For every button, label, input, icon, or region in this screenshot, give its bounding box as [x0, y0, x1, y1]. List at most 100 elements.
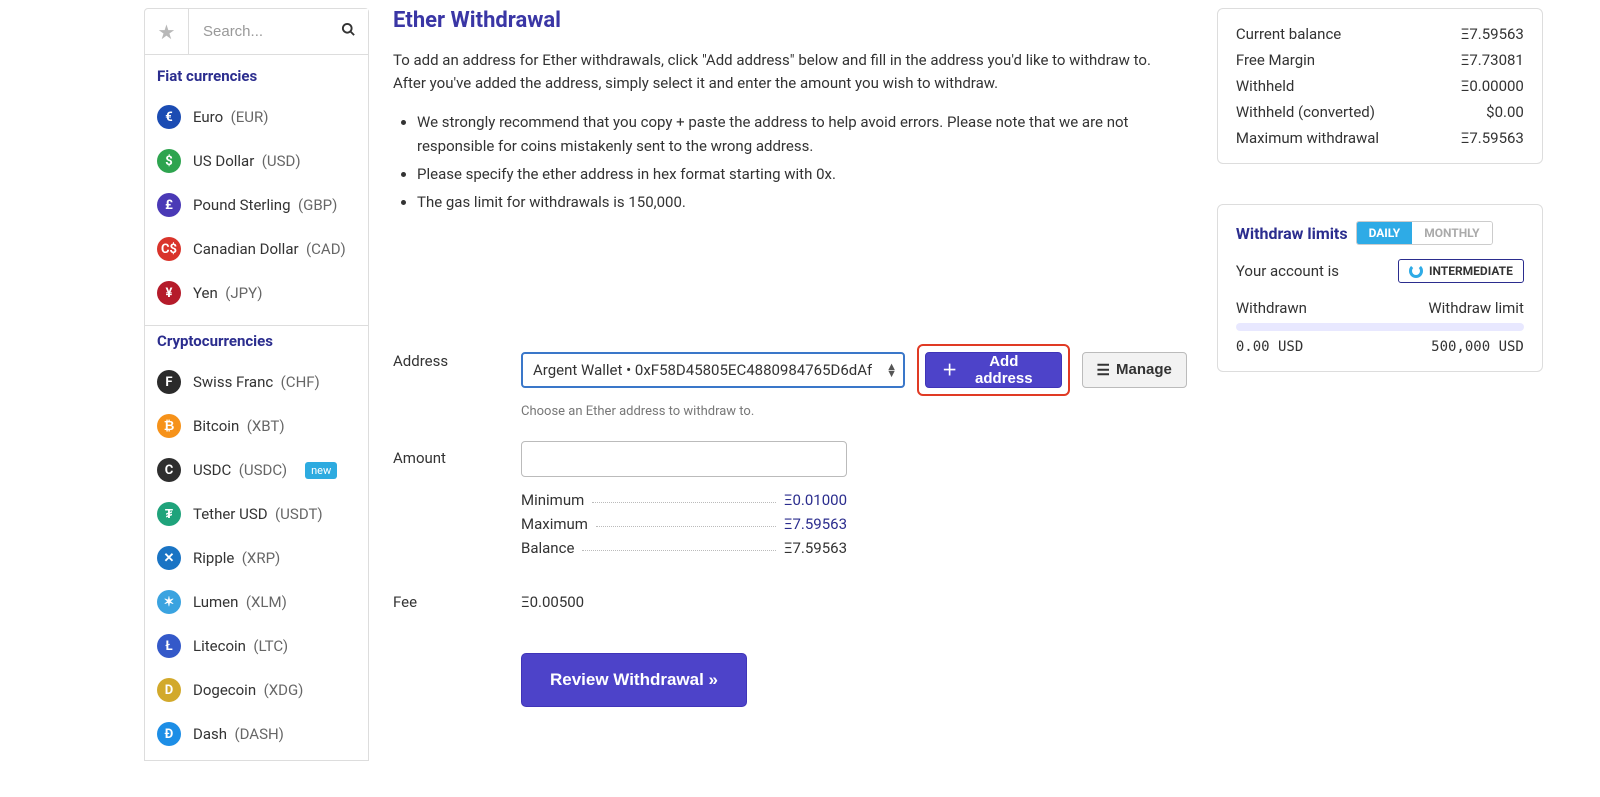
- coin-icon: $: [157, 149, 181, 173]
- sidebar-item-usdt[interactable]: ₮ Tether USD (USDT): [145, 492, 368, 536]
- balance-row: Withheld (converted)$0.00: [1236, 103, 1524, 121]
- bullet: The gas limit for withdrawals is 150,000…: [417, 190, 1187, 214]
- currency-name: US Dollar: [193, 152, 254, 170]
- sidebar-item-xbt[interactable]: ₿ Bitcoin (XBT): [145, 404, 368, 448]
- limit-label: Withdraw limit: [1428, 299, 1524, 317]
- currency-name: Dogecoin: [193, 681, 256, 699]
- crypto-title: Cryptocurrencies: [145, 325, 368, 356]
- sidebar-item-usd[interactable]: $ US Dollar (USD): [145, 139, 368, 183]
- currency-symbol: (XDG): [264, 681, 304, 699]
- sidebar-item-gbp[interactable]: £Pound Sterling (GBP): [145, 183, 368, 227]
- search-icon: [341, 22, 356, 41]
- coin-icon: ✕: [157, 546, 181, 570]
- review-withdrawal-button[interactable]: Review Withdrawal »: [521, 653, 747, 707]
- balance-value: Ξ0.00000: [1461, 77, 1524, 95]
- currency-name: Euro: [193, 108, 223, 126]
- coin-icon: ₿: [157, 414, 181, 438]
- withdrawn-label: Withdrawn: [1236, 299, 1307, 317]
- currency-name: Canadian Dollar: [193, 240, 299, 258]
- account-is-text: Your account is: [1236, 262, 1339, 280]
- address-label: Address: [393, 344, 521, 370]
- plus-icon: ＋: [942, 359, 957, 380]
- balance-value: Ξ7.59563: [1461, 25, 1524, 43]
- sidebar-item-ltc[interactable]: Ł Litecoin (LTC): [145, 624, 368, 668]
- currency-name: Ripple: [193, 549, 234, 567]
- manage-button[interactable]: ☰ Manage: [1082, 352, 1187, 388]
- balance-panel: Current balance Ξ7.59563 Free MarginΞ7.730…: [1217, 8, 1543, 164]
- max-value: Ξ7.59563: [784, 515, 847, 533]
- sidebar-item-eur[interactable]: €Euro (EUR): [145, 95, 368, 139]
- withdrawn-value: 0.00 USD: [1236, 339, 1303, 355]
- selected-address: Argent Wallet • 0xF58D45805EC4880984765D…: [533, 361, 872, 379]
- max-label: Maximum: [521, 515, 588, 533]
- monthly-tab[interactable]: MONTHLY: [1412, 222, 1491, 244]
- currency-symbol: (CAD): [306, 240, 346, 258]
- currency-symbol: (XBT): [247, 417, 285, 435]
- coin-icon: F: [157, 370, 181, 394]
- balance-label: Current balance: [1236, 25, 1341, 43]
- min-value: Ξ0.01000: [784, 491, 847, 509]
- currency-symbol: (LTC): [253, 637, 288, 655]
- add-address-button[interactable]: ＋ Add address: [925, 352, 1061, 388]
- amount-input[interactable]: [521, 441, 847, 477]
- balance-label: Free Margin: [1236, 51, 1315, 69]
- sidebar-item-usdc[interactable]: CUSDC (USDC)new: [145, 448, 368, 492]
- balance-row: Free MarginΞ7.73081: [1236, 51, 1524, 69]
- currency-symbol: (XRP): [242, 549, 280, 567]
- daily-tab[interactable]: DAILY: [1357, 222, 1413, 244]
- currency-name: Tether USD: [193, 505, 268, 523]
- currency-name: USDC: [193, 461, 231, 479]
- sidebar-item-cad[interactable]: C$ Canadian Dollar (CAD): [145, 227, 368, 271]
- balance-value: $0.00: [1486, 103, 1524, 121]
- balance-value: Ξ7.59563: [1461, 129, 1524, 147]
- sidebar-item-jpy[interactable]: ¥Yen (JPY): [145, 271, 368, 315]
- currency-symbol: (USDC): [239, 461, 287, 479]
- fiat-title: Fiat currencies: [145, 55, 368, 91]
- coin-icon: £: [157, 193, 181, 217]
- bullet: Please specify the ether address in hex …: [417, 162, 1187, 186]
- currency-symbol: (USDT): [275, 505, 323, 523]
- currency-name: Swiss Franc: [193, 373, 273, 391]
- limits-title: Withdraw limits: [1236, 224, 1348, 243]
- sidebar-item-xrp[interactable]: ✕ Ripple (XRP): [145, 536, 368, 580]
- currency-symbol: (JPY): [225, 284, 262, 302]
- address-hint: Choose an Ether address to withdraw to.: [521, 404, 1187, 419]
- coin-icon: ₮: [157, 502, 181, 526]
- sidebar-item-chf[interactable]: F Swiss Franc (CHF): [145, 360, 368, 404]
- account-tier[interactable]: INTERMEDIATE: [1398, 259, 1524, 283]
- limit-progress: [1236, 323, 1524, 331]
- spinner-icon: [1409, 264, 1423, 278]
- sidebar-item-dash[interactable]: ĐDash (DASH): [145, 712, 368, 756]
- coin-icon: C$: [157, 237, 181, 261]
- balance-row: WithheldΞ0.00000: [1236, 77, 1524, 95]
- address-select[interactable]: Argent Wallet • 0xF58D45805EC4880984765D…: [521, 352, 905, 388]
- balance-label: Maximum withdrawal: [1236, 129, 1379, 147]
- bal-value: Ξ7.59563: [784, 539, 847, 557]
- bullet: We strongly recommend that you copy + pa…: [417, 110, 1187, 158]
- instruction-list: We strongly recommend that you copy + pa…: [393, 110, 1187, 214]
- list-icon: ☰: [1097, 361, 1110, 379]
- currency-name: Yen: [193, 284, 218, 302]
- coin-icon: €: [157, 105, 181, 129]
- currency-name: Litecoin: [193, 637, 246, 655]
- coin-icon: Ł: [157, 634, 181, 658]
- star-icon: ★: [158, 20, 176, 44]
- currency-symbol: (USD): [262, 152, 301, 170]
- bal-label: Balance: [521, 539, 574, 557]
- currency-symbol: (CHF): [281, 373, 320, 391]
- currency-name: Lumen: [193, 593, 238, 611]
- coin-icon: ✶: [157, 590, 181, 614]
- favorites-filter[interactable]: ★: [145, 9, 189, 54]
- limit-value: 500,000 USD: [1431, 339, 1524, 355]
- page-description: To add an address for Ether withdrawals,…: [393, 49, 1187, 96]
- currency-name: Dash: [193, 725, 227, 743]
- currency-name: Bitcoin: [193, 417, 239, 435]
- chevron-updown-icon: ▲▼: [886, 363, 897, 377]
- coin-icon: D: [157, 678, 181, 702]
- sidebar-item-xdg[interactable]: D Dogecoin (XDG): [145, 668, 368, 712]
- add-address-highlight: ＋ Add address: [917, 344, 1069, 396]
- sidebar-item-xlm[interactable]: ✶Lumen (XLM): [145, 580, 368, 624]
- new-badge: new: [305, 462, 337, 479]
- amount-label: Amount: [393, 441, 521, 467]
- sidebar: ★ Fiat currencies €Euro (EUR)$US Dollar …: [144, 8, 369, 761]
